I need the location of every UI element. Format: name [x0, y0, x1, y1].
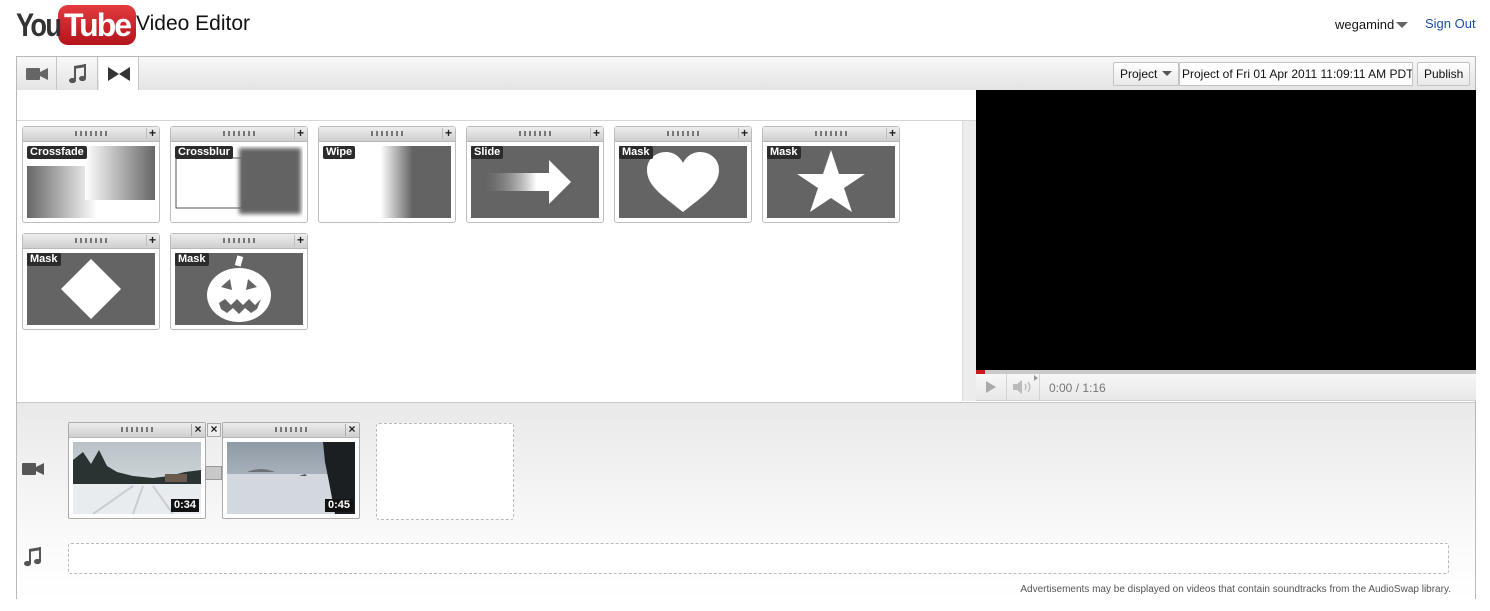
add-icon[interactable]: + — [442, 127, 454, 139]
clip-duration: 0:34 — [170, 499, 199, 512]
volume-button[interactable] — [1007, 374, 1040, 400]
add-icon[interactable]: + — [146, 127, 158, 139]
timeline-clip[interactable]: × 0:45 — [222, 422, 360, 519]
transition-slot[interactable] — [205, 466, 222, 480]
tab-videos[interactable] — [17, 57, 57, 90]
drag-handle-icon[interactable] — [121, 427, 153, 432]
transition-label: Crossblur — [175, 146, 233, 159]
drag-handle-icon[interactable] — [519, 131, 551, 136]
play-icon — [986, 381, 996, 393]
publish-button[interactable]: Publish — [1417, 62, 1471, 86]
clip-duration: 0:45 — [324, 499, 353, 512]
sign-out-link[interactable]: Sign Out — [1425, 16, 1476, 31]
audioswap-disclaimer: Advertisements may be displayed on video… — [1020, 584, 1451, 595]
drag-handle-icon[interactable] — [667, 131, 699, 136]
close-icon[interactable]: × — [191, 423, 204, 436]
transitions-library: + Crossfade + Crossblur + Wipe + Slide +… — [17, 121, 962, 401]
music-note-icon — [68, 63, 86, 83]
logo-tube-text: Tube — [58, 5, 137, 45]
add-icon[interactable]: + — [590, 127, 602, 139]
transition-label: Wipe — [323, 146, 356, 159]
drag-handle-icon[interactable] — [223, 238, 255, 243]
volume-caret-icon — [1034, 375, 1038, 381]
video-camera-icon — [25, 67, 48, 80]
transition-label: Mask — [175, 253, 209, 266]
add-icon[interactable]: + — [146, 234, 158, 246]
page-title: Video Editor — [136, 12, 251, 35]
toolbar: Project Project of Fri 01 Apr 2011 11:09… — [17, 57, 1475, 91]
editor-frame: Project Project of Fri 01 Apr 2011 11:09… — [16, 56, 1476, 599]
add-icon[interactable]: + — [294, 234, 306, 246]
library-scrollbar[interactable] — [962, 121, 976, 401]
add-icon[interactable]: + — [738, 127, 750, 139]
transition-label: Mask — [619, 146, 653, 159]
transition-card-mask-diamond[interactable]: + Mask — [22, 233, 160, 330]
empty-clip-slot[interactable] — [376, 423, 514, 520]
music-note-icon — [24, 547, 41, 567]
play-button[interactable] — [976, 374, 1007, 400]
drag-handle-icon[interactable] — [75, 238, 107, 243]
drag-handle-icon[interactable] — [275, 427, 307, 432]
logo-you-text: You — [16, 6, 62, 43]
video-preview[interactable] — [976, 90, 1476, 370]
transition-label: Mask — [27, 253, 61, 266]
transition-label: Mask — [767, 146, 801, 159]
project-name-input[interactable]: Project of Fri 01 Apr 2011 11:09:11 AM P… — [1179, 62, 1413, 86]
transition-card-wipe[interactable]: + Wipe — [318, 126, 456, 223]
transition-card-mask-star[interactable]: + Mask — [762, 126, 900, 223]
transition-card-crossfade[interactable]: + Crossfade — [22, 126, 160, 223]
chevron-down-icon[interactable] — [1396, 22, 1408, 28]
library-header — [17, 90, 976, 121]
transition-label: Crossfade — [27, 146, 87, 159]
transition-card-slide[interactable]: + Slide — [466, 126, 604, 223]
user-menu[interactable]: wegamind — [1335, 17, 1394, 32]
timeline-clip[interactable]: × 0:34 — [68, 422, 206, 519]
video-camera-icon — [22, 463, 44, 475]
playback-time: 0:00 / 1:16 — [1049, 381, 1106, 395]
close-icon[interactable]: × — [345, 423, 358, 436]
audio-track-dropzone[interactable] — [68, 543, 1449, 574]
clip-thumbnail: 0:45 — [227, 442, 355, 514]
tab-transitions[interactable] — [99, 57, 139, 91]
drag-handle-icon[interactable] — [371, 131, 403, 136]
transition-card-mask-heart[interactable]: + Mask — [614, 126, 752, 223]
player-controls: 0:00 / 1:16 — [976, 374, 1476, 401]
tab-audio[interactable] — [58, 57, 98, 90]
volume-icon — [1013, 380, 1031, 394]
header: You Tube Video Editor wegamind Sign Out — [0, 0, 1490, 56]
drag-handle-icon[interactable] — [223, 131, 255, 136]
chevron-down-icon — [1162, 71, 1173, 76]
transition-card-crossblur[interactable]: + Crossblur — [170, 126, 308, 223]
transition-icon — [107, 67, 130, 81]
project-menu-button[interactable]: Project — [1113, 62, 1180, 86]
add-icon[interactable]: + — [294, 127, 306, 139]
add-icon[interactable]: + — [886, 127, 898, 139]
transition-card-mask-pumpkin[interactable]: + Mask — [170, 233, 308, 330]
clip-thumbnail: 0:34 — [73, 442, 201, 514]
drag-handle-icon[interactable] — [75, 131, 107, 136]
close-icon[interactable]: × — [207, 423, 221, 437]
timeline: × 0:34 × × 0:45 Advertisements may be di… — [17, 402, 1475, 599]
drag-handle-icon[interactable] — [815, 131, 847, 136]
transition-label: Slide — [471, 146, 504, 159]
youtube-logo[interactable]: You Tube — [16, 5, 137, 45]
project-menu-label: Project — [1120, 67, 1158, 81]
